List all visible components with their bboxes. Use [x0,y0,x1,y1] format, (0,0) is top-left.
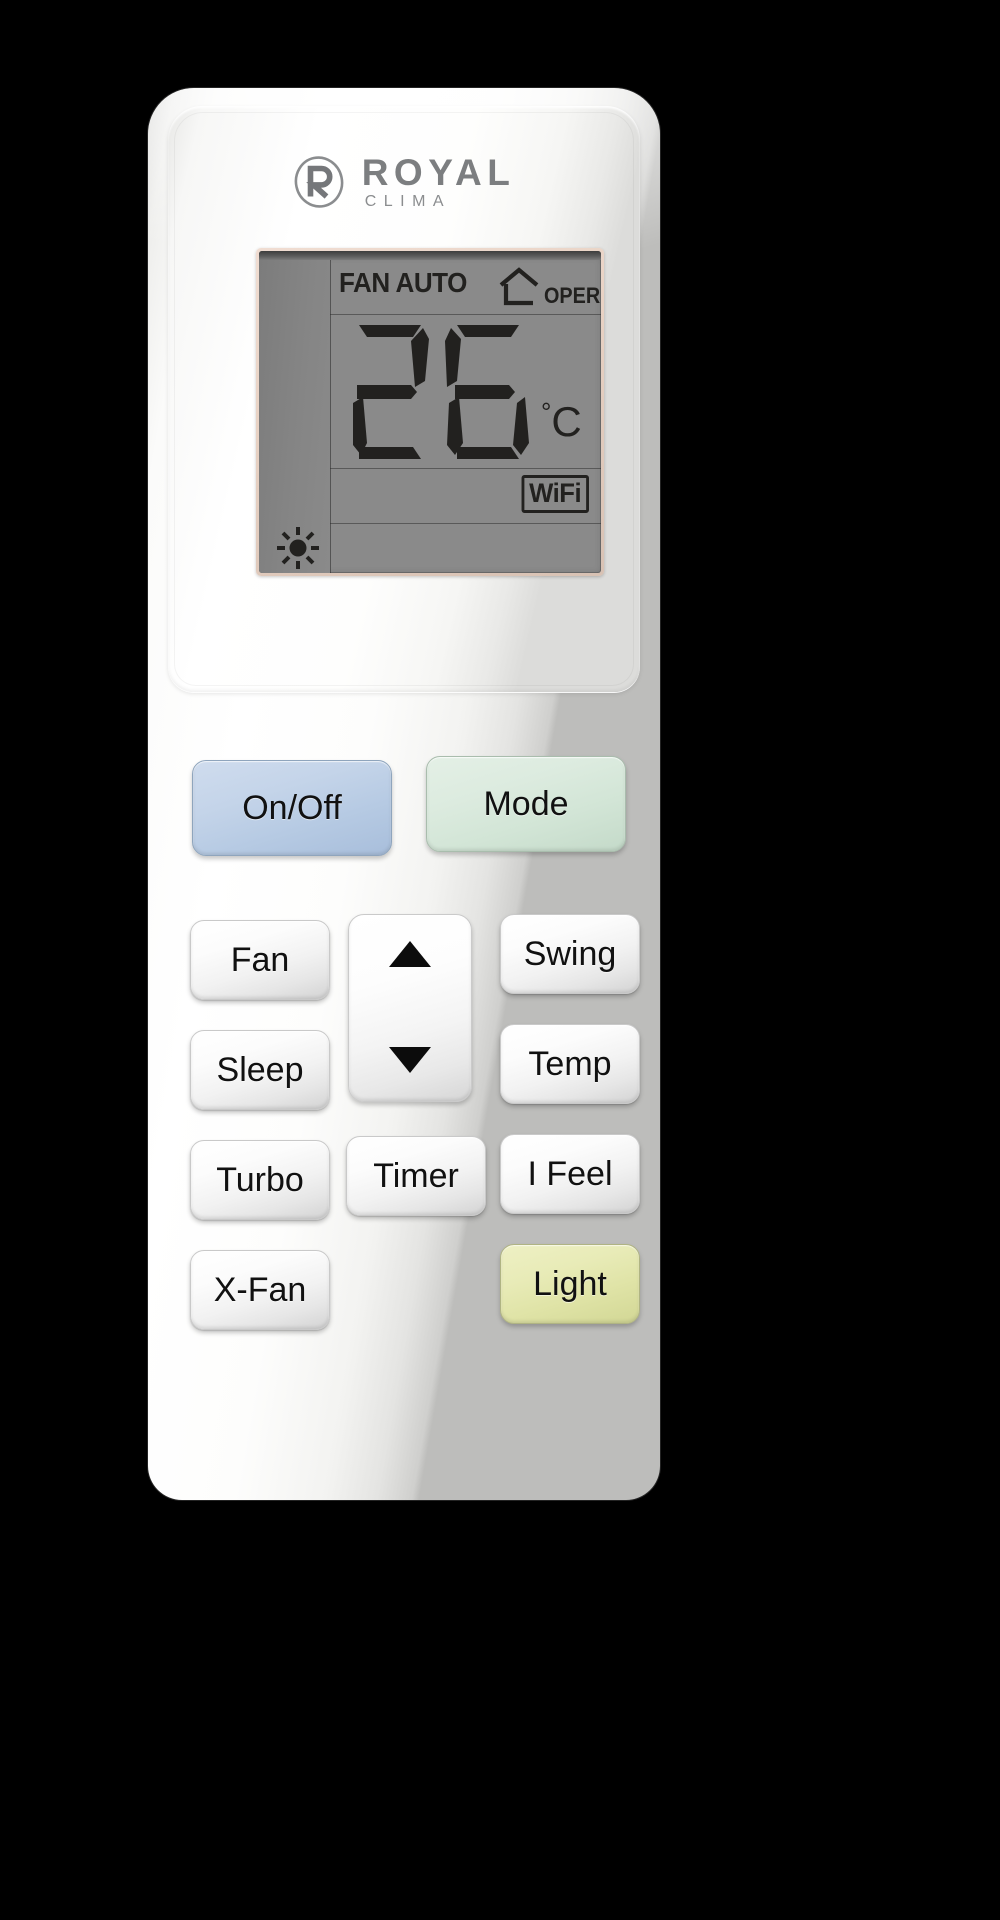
brand-logo: ROYAL CLIMA [168,154,640,210]
keypad: On/Off Mode Fan Swing Sleep Temp Turbo T… [148,692,660,1500]
xfan-button[interactable]: X-Fan [190,1250,330,1330]
lcd-temperature-value [353,325,529,459]
lcd-screen: FAN AUTO OPER °C WiFi [259,251,601,573]
lcd-fan-mode-label: FAN AUTO [339,267,467,298]
upper-panel: ROYAL CLIMA FAN AUTO OPER °C WiFi [168,106,640,692]
timer-button[interactable]: Timer [346,1136,486,1216]
turbo-button[interactable]: Turbo [190,1140,330,1220]
fan-button[interactable]: Fan [190,920,330,1000]
lcd-top-edge [259,251,601,260]
lcd-oper-label: OPER [544,283,601,308]
lcd-divider-row3 [330,523,601,524]
temperature-rocker[interactable] [348,914,472,1102]
brand-subname: CLIMA [364,193,452,210]
lcd-bezel: FAN AUTO OPER °C WiFi [256,248,604,576]
triangle-down-icon[interactable] [389,1047,431,1073]
triangle-up-icon[interactable] [389,941,431,967]
remote-control-body: ROYAL CLIMA FAN AUTO OPER °C WiFi On/Off… [148,88,660,1500]
lcd-celsius-letter: C [551,398,582,445]
light-button[interactable]: Light [500,1244,640,1324]
lcd-vertical-divider [330,260,331,573]
lcd-wifi-indicator: WiFi [521,475,589,513]
brand-name: ROYAL [361,152,516,193]
power-button[interactable]: On/Off [192,760,392,856]
ifeel-button[interactable]: I Feel [500,1134,640,1214]
sun-icon [277,527,319,569]
brand-text: ROYAL CLIMA [362,154,516,210]
house-icon [499,267,539,306]
royal-r-logo-icon [294,156,344,208]
mode-button[interactable]: Mode [426,756,626,852]
sleep-button[interactable]: Sleep [190,1030,330,1110]
lcd-divider-row1 [330,314,601,315]
lcd-divider-row2 [330,468,601,469]
swing-button[interactable]: Swing [500,914,640,994]
temp-button[interactable]: Temp [500,1024,640,1104]
lcd-degree-symbol: ° [541,397,552,427]
lcd-temperature-unit: °C [541,399,582,443]
screenshot-root: ROYAL CLIMA FAN AUTO OPER °C WiFi On/Off… [0,0,1000,1920]
